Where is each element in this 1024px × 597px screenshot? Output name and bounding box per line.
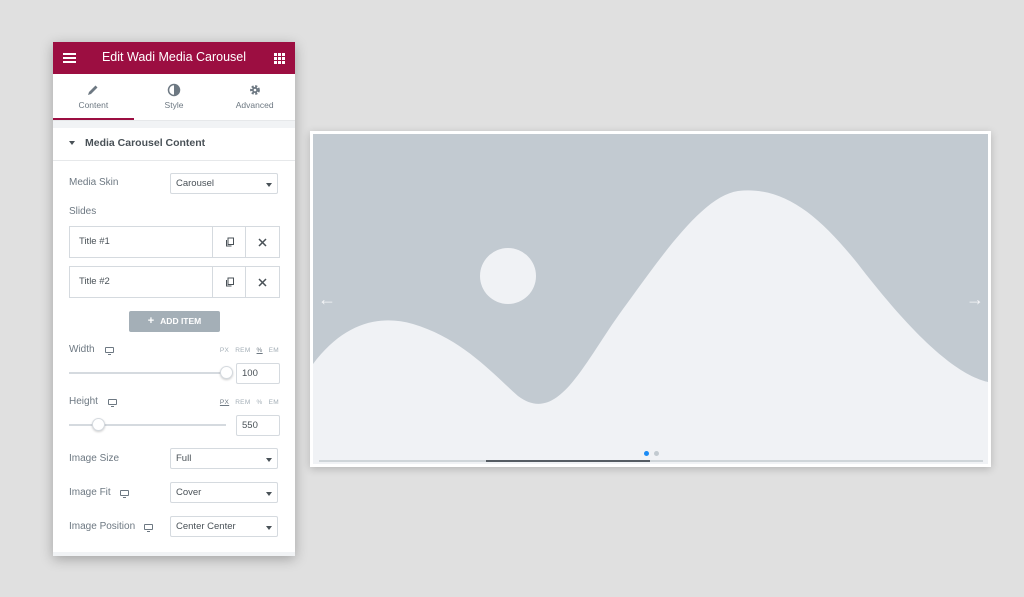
unit-percent[interactable]: % — [257, 399, 263, 406]
image-position-label: Image Position — [69, 521, 136, 532]
add-item-button[interactable]: + ADD ITEM — [129, 311, 220, 332]
carousel-preview: ← → — [310, 131, 991, 467]
widgets-grid-icon[interactable] — [274, 53, 285, 64]
close-icon — [258, 237, 267, 247]
caret-down-icon — [69, 141, 75, 145]
height-units: PX REM% EM — [214, 399, 279, 406]
remove-button[interactable] — [245, 267, 279, 297]
panel-tabs: Content Style Advanced — [53, 74, 295, 121]
duplicate-icon — [225, 237, 234, 247]
dropdown-arrow-icon — [266, 458, 272, 462]
plus-icon: + — [147, 315, 155, 327]
desktop-icon[interactable] — [120, 490, 129, 498]
unit-em[interactable]: EM — [269, 399, 279, 406]
slide-title[interactable]: Title #2 — [79, 276, 110, 287]
tab-style[interactable]: Style — [134, 74, 215, 120]
add-item-label: ADD ITEM — [160, 316, 202, 326]
slide-item: Title #2 — [69, 266, 280, 298]
width-input[interactable]: 100 — [236, 363, 280, 384]
pagination-dots — [644, 451, 659, 456]
unit-rem[interactable]: REM — [235, 399, 250, 406]
height-label: Height — [69, 396, 98, 407]
panel-title: Edit Wadi Media Carousel — [101, 50, 247, 64]
section-header[interactable]: Media Carousel Content — [53, 128, 295, 161]
desktop-icon[interactable] — [105, 347, 114, 355]
duplicate-button[interactable] — [212, 227, 246, 257]
tab-style-label: Style — [164, 100, 184, 110]
scrollbar-thumb[interactable] — [486, 460, 650, 462]
pagination-dot-1[interactable] — [644, 451, 649, 456]
slide-item: Title #1 — [69, 226, 280, 258]
duplicate-icon — [225, 277, 234, 287]
duplicate-button[interactable] — [212, 267, 246, 297]
tab-advanced[interactable]: Advanced — [214, 74, 295, 120]
unit-px[interactable]: PX — [220, 399, 229, 406]
slide-title[interactable]: Title #1 — [79, 236, 110, 247]
editor-panel: Edit Wadi Media Carousel Content Style A… — [53, 42, 295, 556]
pencil-icon — [88, 85, 98, 95]
image-position-value: Center Center — [176, 521, 236, 532]
media-skin-value: Carousel — [176, 178, 215, 189]
next-arrow-icon[interactable]: → — [966, 289, 984, 310]
unit-percent[interactable]: % — [257, 347, 263, 354]
width-units: PX REM% EM — [214, 347, 279, 354]
dropdown-arrow-icon — [266, 492, 272, 496]
width-slider[interactable] — [69, 372, 226, 374]
unit-px[interactable]: PX — [220, 347, 229, 354]
height-slider-handle[interactable] — [92, 418, 105, 431]
carousel-scrollbar[interactable] — [319, 460, 983, 462]
remove-button[interactable] — [245, 227, 279, 257]
slides-label: Slides — [69, 206, 97, 217]
pagination-dot-2[interactable] — [654, 451, 659, 456]
panel-body: Media Carousel Content Media Skin Carous… — [53, 121, 295, 556]
desktop-icon[interactable] — [108, 399, 117, 407]
prev-arrow-icon[interactable]: ← — [318, 289, 336, 310]
tab-advanced-label: Advanced — [235, 100, 274, 110]
panel-header: Edit Wadi Media Carousel — [53, 42, 295, 74]
image-fit-label: Image Fit — [69, 487, 111, 498]
media-skin-select[interactable]: Carousel — [170, 173, 278, 194]
half-circle-icon — [167, 83, 181, 97]
gear-icon — [249, 85, 260, 95]
dropdown-arrow-icon — [266, 526, 272, 530]
media-carousel-section: Media Carousel Content Media Skin Carous… — [53, 128, 295, 552]
unit-rem[interactable]: REM — [235, 347, 250, 354]
close-icon — [258, 277, 267, 287]
unit-em[interactable]: EM — [269, 347, 279, 354]
image-position-select[interactable]: Center Center — [170, 516, 278, 537]
tab-content[interactable]: Content — [53, 74, 134, 120]
height-input[interactable]: 550 — [236, 415, 280, 436]
image-fit-value: Cover — [176, 487, 202, 498]
image-size-select[interactable]: Full — [170, 448, 278, 469]
width-slider-handle[interactable] — [220, 366, 233, 379]
image-fit-select[interactable]: Cover — [170, 482, 278, 503]
image-placeholder-icon — [313, 134, 988, 464]
image-size-value: Full — [176, 453, 192, 464]
width-label: Width — [69, 344, 95, 355]
image-size-label: Image Size — [69, 453, 120, 464]
section-title: Media Carousel Content — [85, 137, 206, 149]
dropdown-arrow-icon — [266, 183, 272, 187]
desktop-icon[interactable] — [144, 524, 153, 532]
tab-content-label: Content — [78, 100, 109, 110]
media-skin-label: Media Skin — [69, 177, 119, 188]
